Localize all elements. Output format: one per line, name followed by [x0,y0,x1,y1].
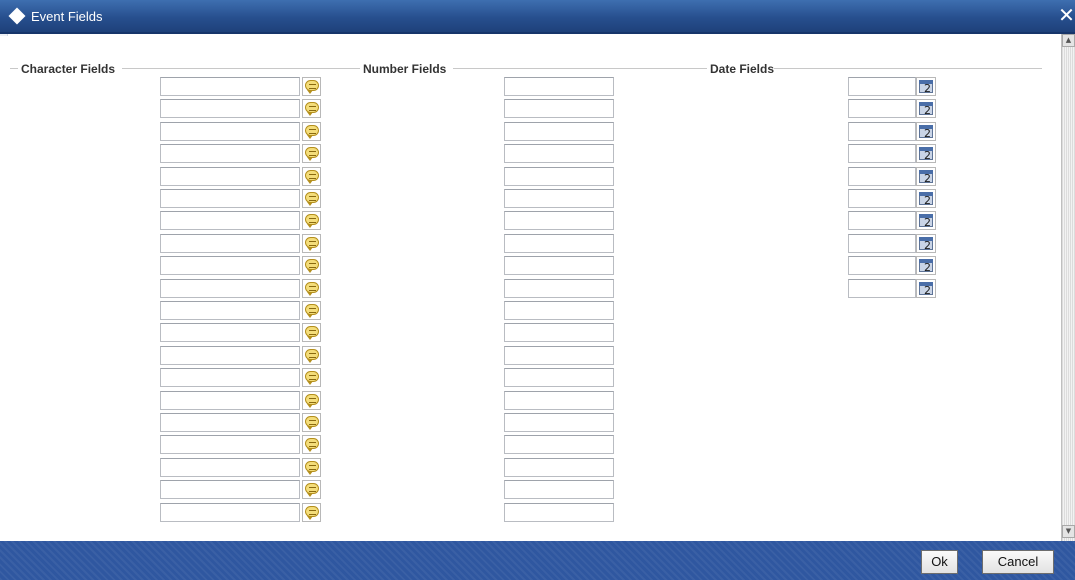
window-titlebar: Event Fields ✕ [0,0,1075,34]
date-field-input[interactable] [848,279,916,298]
character-section-rule-left [10,68,18,69]
lov-speech-bubble-icon[interactable] [302,323,321,342]
number-field-input[interactable] [504,323,614,342]
character-field-input[interactable] [160,167,300,186]
date-field-input[interactable] [848,211,916,230]
number-field-input[interactable] [504,413,614,432]
calendar-icon[interactable]: 2 [916,77,936,96]
date-field-input[interactable] [848,256,916,275]
number-field-input[interactable] [504,167,614,186]
calendar-icon[interactable]: 2 [916,122,936,141]
calendar-icon[interactable]: 2 [916,167,936,186]
lov-speech-bubble-icon[interactable] [302,211,321,230]
number-field-input[interactable] [504,435,614,454]
number-field-input[interactable] [504,234,614,253]
character-field-input[interactable] [160,503,300,522]
character-field-input[interactable] [160,189,300,208]
vertical-scrollbar[interactable]: ▲ ▼ [1061,34,1075,541]
character-field-input[interactable] [160,323,300,342]
character-field-input[interactable] [160,77,300,96]
lov-speech-bubble-icon[interactable] [302,77,321,96]
calendar-icon[interactable]: 2 [916,144,936,163]
character-field-input[interactable] [160,435,300,454]
calendar-icon[interactable]: 2 [916,256,936,275]
character-field-input[interactable] [160,368,300,387]
lov-speech-bubble-icon[interactable] [302,346,321,365]
character-field-input[interactable] [160,122,300,141]
character-field-input[interactable] [160,458,300,477]
ok-button[interactable]: Ok [921,550,958,574]
number-field-input[interactable] [504,256,614,275]
character-field-input[interactable] [160,413,300,432]
number-section-rule-left [352,68,360,69]
character-field-input[interactable] [160,279,300,298]
diamond-icon [8,7,26,25]
date-section-rule-left [699,68,707,69]
date-field-input[interactable] [848,122,916,141]
number-field-input[interactable] [504,503,614,522]
scroll-up-icon[interactable]: ▲ [1062,34,1075,47]
number-field-input[interactable] [504,99,614,118]
number-section-rule-right [453,68,699,69]
lov-speech-bubble-icon[interactable] [302,391,321,410]
close-icon[interactable]: ✕ [1058,3,1075,27]
character-fields-label: Character Fields [18,62,119,76]
dialog-footer: Ok Cancel [0,541,1075,580]
calendar-icon[interactable]: 2 [916,99,936,118]
lov-speech-bubble-icon[interactable] [302,144,321,163]
lov-speech-bubble-icon[interactable] [302,99,321,118]
character-field-input[interactable] [160,391,300,410]
number-field-input[interactable] [504,279,614,298]
number-fields-label: Number Fields [360,62,450,76]
number-field-input[interactable] [504,368,614,387]
character-section-rule-right [122,68,352,69]
lov-speech-bubble-icon[interactable] [302,189,321,208]
lov-speech-bubble-icon[interactable] [302,413,321,432]
number-field-input[interactable] [504,480,614,499]
lov-speech-bubble-icon[interactable] [302,279,321,298]
date-field-input[interactable] [848,167,916,186]
scroll-down-icon[interactable]: ▼ [1062,525,1075,538]
number-field-input[interactable] [504,77,614,96]
date-field-input[interactable] [848,99,916,118]
number-field-input[interactable] [504,144,614,163]
calendar-icon[interactable]: 2 [916,234,936,253]
number-field-input[interactable] [504,189,614,208]
lov-speech-bubble-icon[interactable] [302,458,321,477]
character-field-input[interactable] [160,144,300,163]
character-field-input[interactable] [160,256,300,275]
calendar-icon[interactable]: 2 [916,211,936,230]
lov-speech-bubble-icon[interactable] [302,503,321,522]
number-field-input[interactable] [504,458,614,477]
calendar-icon[interactable]: 2 [916,189,936,208]
lov-speech-bubble-icon[interactable] [302,480,321,499]
number-field-input[interactable] [504,391,614,410]
number-field-input[interactable] [504,301,614,320]
lov-speech-bubble-icon[interactable] [302,256,321,275]
lov-speech-bubble-icon[interactable] [302,167,321,186]
date-field-input[interactable] [848,77,916,96]
number-field-input[interactable] [504,211,614,230]
lov-speech-bubble-icon[interactable] [302,368,321,387]
date-fields-label: Date Fields [707,62,778,76]
date-field-input[interactable] [848,189,916,208]
calendar-icon[interactable]: 2 [916,279,936,298]
character-field-input[interactable] [160,480,300,499]
character-field-input[interactable] [160,301,300,320]
date-section-rule-right [774,68,1042,69]
date-field-input[interactable] [848,234,916,253]
number-field-input[interactable] [504,346,614,365]
number-field-input[interactable] [504,122,614,141]
lov-speech-bubble-icon[interactable] [302,435,321,454]
lov-speech-bubble-icon[interactable] [302,301,321,320]
character-field-input[interactable] [160,211,300,230]
character-field-input[interactable] [160,99,300,118]
cancel-button[interactable]: Cancel [982,550,1054,574]
window-title: Event Fields [31,9,103,24]
character-field-input[interactable] [160,234,300,253]
lov-speech-bubble-icon[interactable] [302,234,321,253]
character-field-input[interactable] [160,346,300,365]
date-field-input[interactable] [848,144,916,163]
lov-speech-bubble-icon[interactable] [302,122,321,141]
